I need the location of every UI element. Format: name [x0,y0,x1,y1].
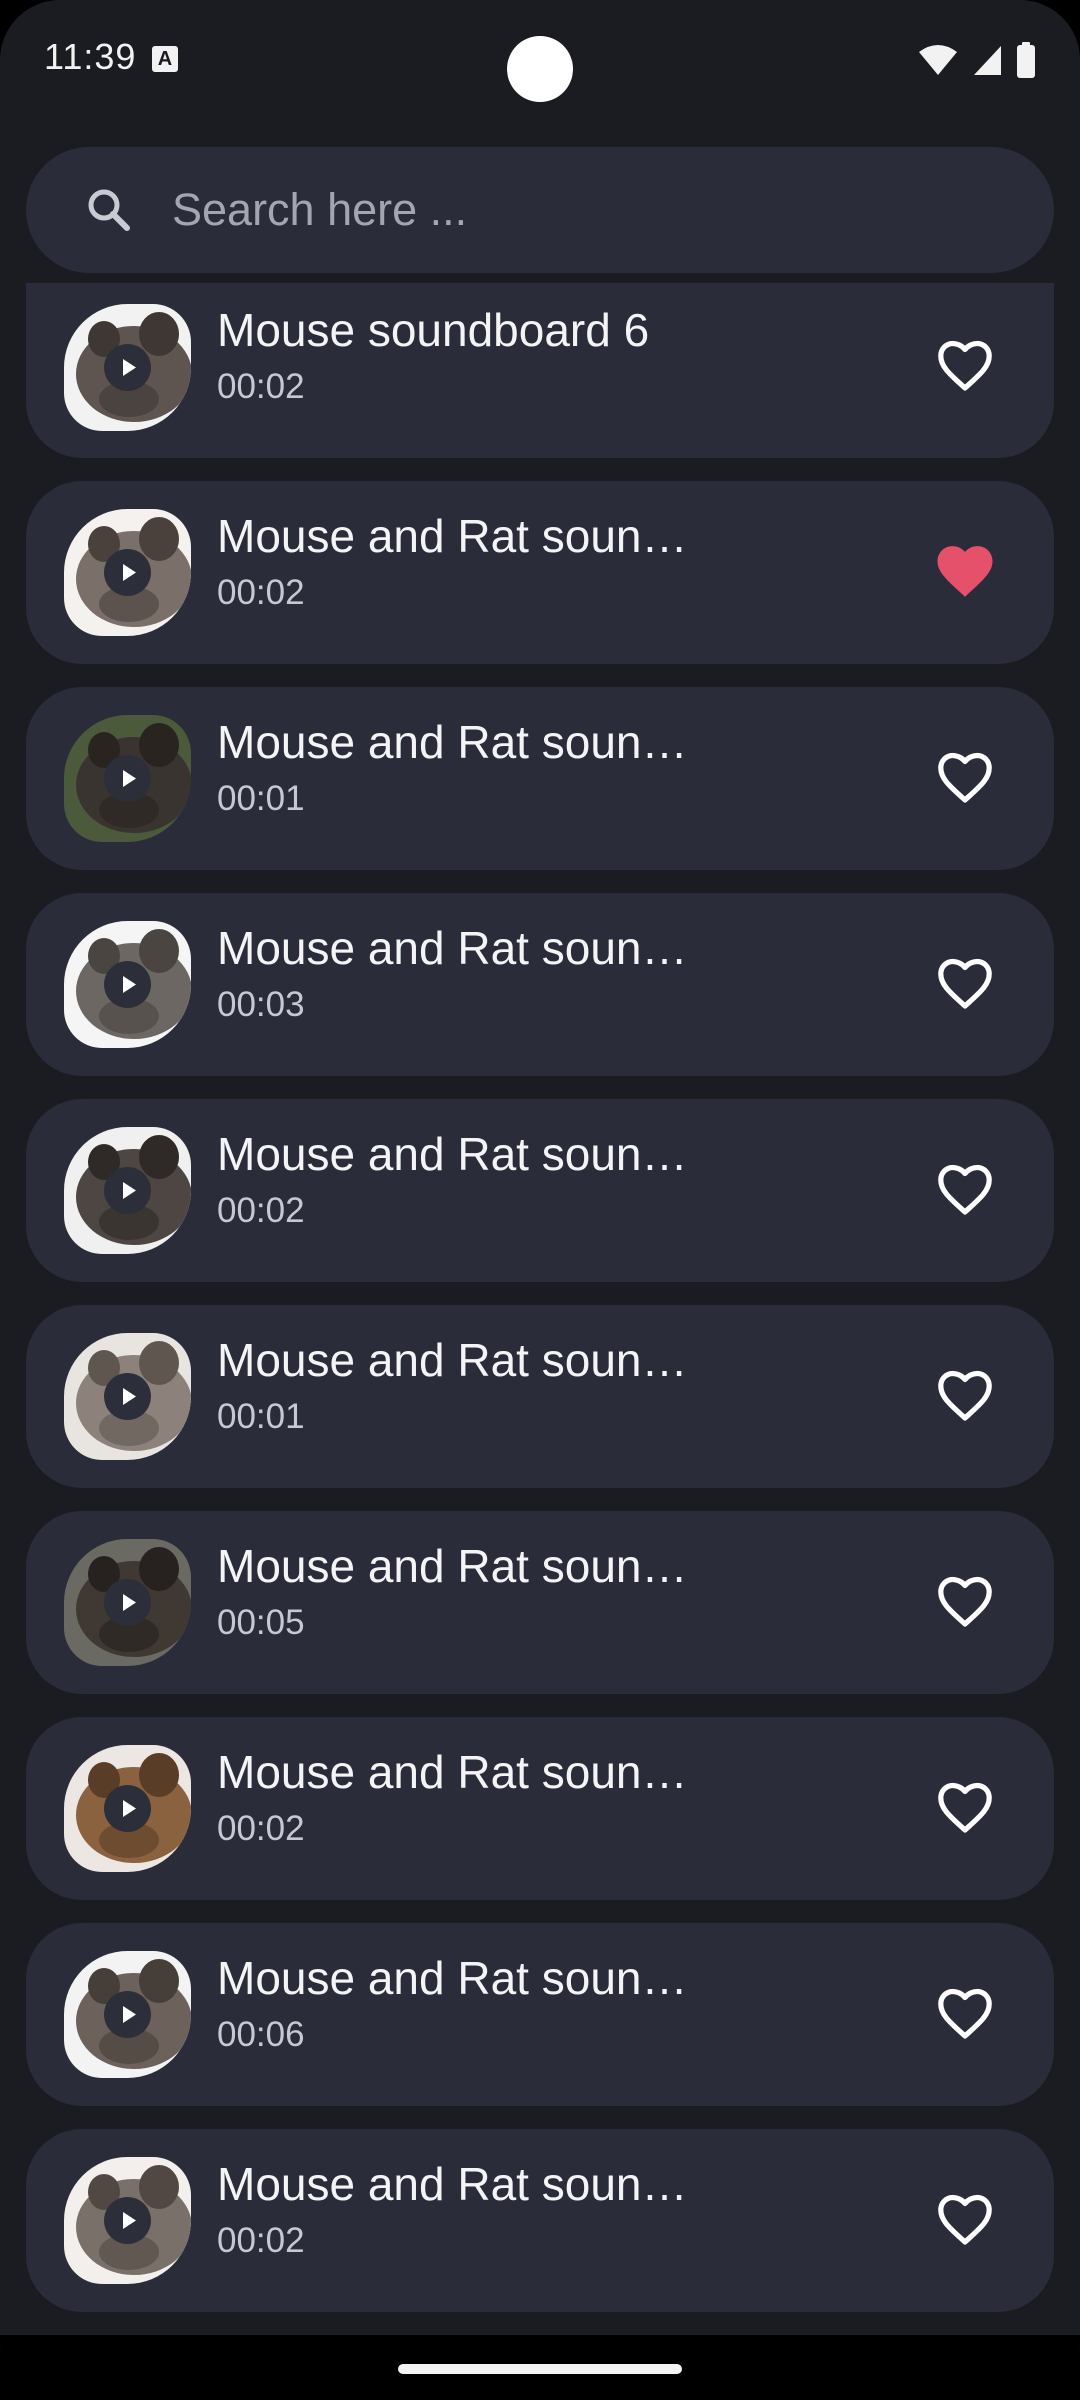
sound-list-item[interactable]: Mouse and Rat soun… 00:02 [26,1099,1054,1282]
sound-list-item[interactable]: Mouse and Rat soun… 00:02 [26,1717,1054,1900]
favorite-button[interactable] [932,1981,998,2047]
play-button[interactable] [104,755,151,802]
favorite-button[interactable] [932,1363,998,1429]
sound-thumbnail[interactable] [64,921,191,1048]
play-button[interactable] [104,2197,151,2244]
sound-title: Mouse and Rat soun… [217,716,688,768]
favorite-button[interactable] [932,745,998,811]
sound-title: Mouse and Rat soun… [217,1128,688,1180]
favorite-button[interactable] [932,951,998,1017]
sound-thumbnail[interactable] [64,304,191,431]
play-icon [123,564,136,581]
play-button[interactable] [104,549,151,596]
sound-thumbnail[interactable] [64,509,191,636]
sound-duration: 00:01 [217,1397,305,1436]
sound-list-item[interactable]: Mouse and Rat soun… 00:05 [26,1511,1054,1694]
play-icon [123,359,136,376]
favorite-button[interactable] [932,1569,998,1635]
sound-list-item[interactable]: Mouse and Rat soun… 00:01 [26,687,1054,870]
sound-duration: 00:02 [217,1809,305,1848]
play-button[interactable] [104,344,151,391]
play-button[interactable] [104,1991,151,2038]
favorite-button[interactable] [932,1775,998,1841]
sound-thumbnail[interactable] [64,715,191,842]
sound-list-item[interactable]: Mouse and Rat soun… 00:01 [26,1305,1054,1488]
heart-outline-icon [938,1370,992,1421]
search-bar[interactable] [26,147,1054,273]
sound-list-item[interactable]: Mouse and Rat soun… 00:02 [26,481,1054,664]
home-indicator[interactable] [398,2364,682,2374]
sound-duration: 00:06 [217,2015,305,2054]
favorite-button[interactable] [932,539,998,605]
play-icon [123,770,136,787]
sound-list-item[interactable]: Mouse and Rat soun… 00:03 [26,893,1054,1076]
play-button[interactable] [104,961,151,1008]
sound-list-item[interactable]: Mouse and Rat soun… 00:02 [26,2129,1054,2312]
play-icon [123,1594,136,1611]
play-icon [123,1800,136,1817]
heart-outline-icon [938,1576,992,1627]
app-screen: 11:39 A Mouse soundboard 6 00:02 Mouse and… [0,0,1080,2400]
sound-duration: 00:02 [217,367,305,406]
heart-filled-icon [937,546,993,597]
search-input[interactable] [172,147,992,273]
play-button[interactable] [104,1579,151,1626]
sound-list-item[interactable]: Mouse soundboard 6 00:02 [26,283,1054,458]
sound-duration: 00:02 [217,1191,305,1230]
sound-duration: 00:02 [217,573,305,612]
play-button[interactable] [104,1167,151,1214]
sound-title: Mouse and Rat soun… [217,1540,688,1592]
sound-list-item[interactable]: Mouse and Rat soun… 00:06 [26,1923,1054,2106]
favorite-button[interactable] [932,2187,998,2253]
play-icon [123,1182,136,1199]
sound-duration: 00:02 [217,2221,305,2260]
sound-thumbnail[interactable] [64,1333,191,1460]
play-button[interactable] [104,1373,151,1420]
heart-outline-icon [938,2194,992,2245]
sound-thumbnail[interactable] [64,1951,191,2078]
play-icon [123,2212,136,2229]
favorite-button[interactable] [932,1157,998,1223]
sound-title: Mouse and Rat soun… [217,1746,688,1798]
heart-outline-icon [938,958,992,1009]
search-icon [88,189,130,231]
heart-outline-icon [938,752,992,803]
play-icon [123,1388,136,1405]
sound-title: Mouse and Rat soun… [217,1334,688,1386]
heart-outline-icon [938,1988,992,2039]
sound-list: Mouse soundboard 6 00:02 Mouse and Rat sou… [0,0,1080,2400]
sound-duration: 00:01 [217,779,305,818]
heart-outline-icon [938,1164,992,1215]
sound-title: Mouse and Rat soun… [217,510,688,562]
sound-thumbnail[interactable] [64,1745,191,1872]
sound-title: Mouse soundboard 6 [217,304,650,356]
sound-duration: 00:05 [217,1603,305,1642]
heart-outline-icon [938,340,992,391]
sound-title: Mouse and Rat soun… [217,1952,688,2004]
sound-thumbnail[interactable] [64,1539,191,1666]
play-icon [123,2006,136,2023]
sound-title: Mouse and Rat soun… [217,922,688,974]
favorite-button[interactable] [932,333,998,399]
play-button[interactable] [104,1785,151,1832]
sound-thumbnail[interactable] [64,1127,191,1254]
heart-outline-icon [938,1782,992,1833]
play-icon [123,976,136,993]
sound-thumbnail[interactable] [64,2157,191,2284]
sound-duration: 00:03 [217,985,305,1024]
sound-title: Mouse and Rat soun… [217,2158,688,2210]
